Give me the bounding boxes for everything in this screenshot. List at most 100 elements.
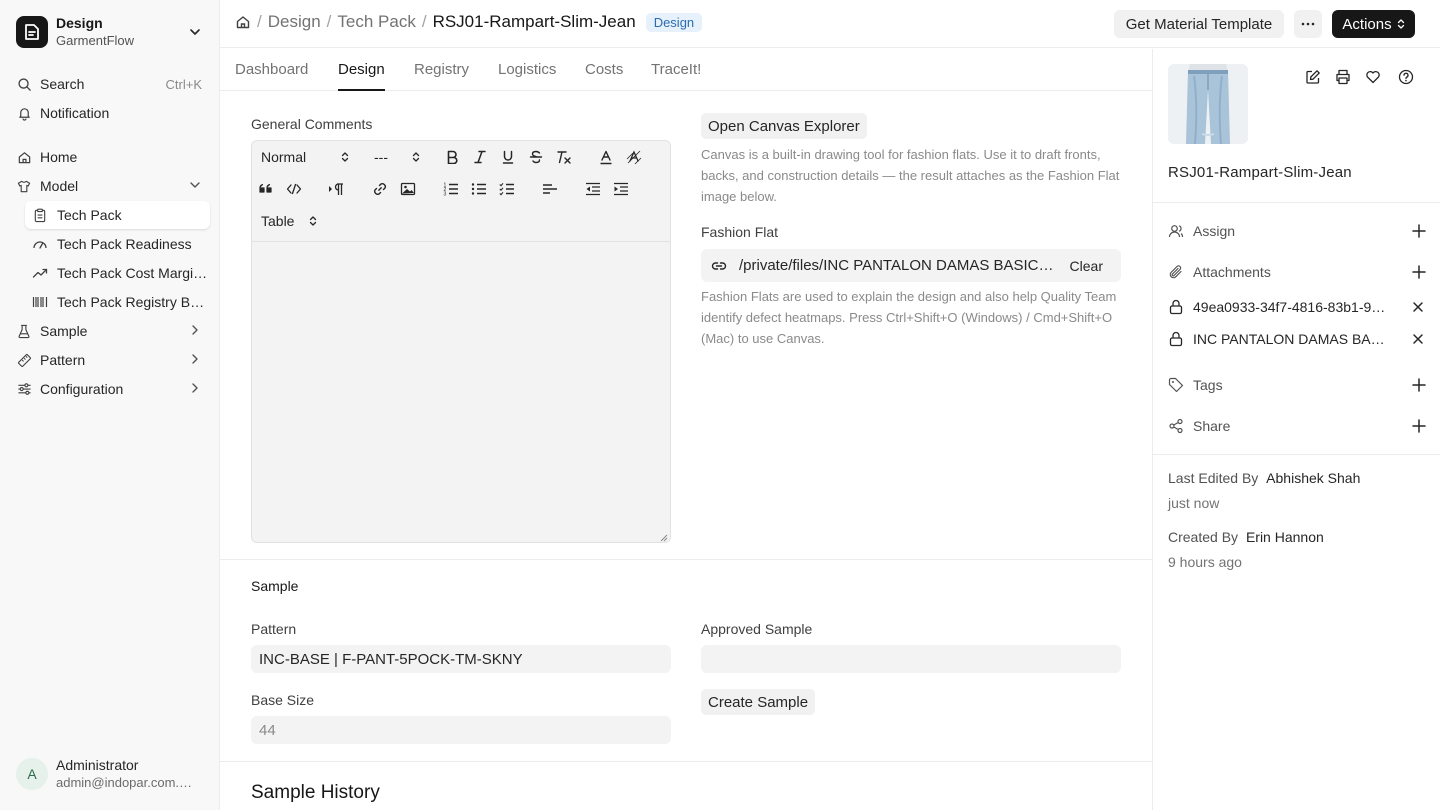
- chevron-updown-icon: [412, 151, 420, 163]
- print-icon[interactable]: [1335, 69, 1351, 85]
- sidebar: Design GarmentFlow Search Ctrl+K Notific…: [0, 0, 220, 810]
- sidebar-item-home[interactable]: Home: [8, 144, 210, 170]
- user-icon: [1168, 223, 1184, 239]
- sidebar-item-tech-pack-readiness[interactable]: Tech Pack Readiness: [25, 230, 210, 258]
- base-size-field[interactable]: 44: [251, 716, 671, 744]
- remove-attachment-icon[interactable]: [1412, 301, 1424, 313]
- get-material-template-button[interactable]: Get Material Template: [1114, 10, 1284, 38]
- trend-icon: [32, 265, 48, 281]
- chevron-down-icon: [188, 25, 202, 39]
- sidebar-item-tech-pack-cost-margin[interactable]: Tech Pack Cost Margin Report: [25, 259, 210, 287]
- fashion-flat-path: /private/files/INC PANTALON DAMAS BASICO…: [739, 257, 1057, 274]
- general-comments-textarea[interactable]: [252, 242, 670, 542]
- barcode-icon: [32, 294, 48, 310]
- fashion-flat-help-text: Fashion Flats are used to explain the de…: [701, 289, 1117, 346]
- text-style-select[interactable]: Normal: [261, 149, 353, 165]
- sidebar-item-tech-pack-registry-barcode[interactable]: Tech Pack Registry Barcode Report: [25, 288, 210, 316]
- align-left-icon[interactable]: [542, 181, 558, 197]
- add-attachment-icon[interactable]: [1412, 265, 1426, 279]
- share-row: Share: [1168, 414, 1426, 438]
- attachments-label: Attachments: [1193, 264, 1271, 280]
- link-icon[interactable]: [372, 181, 388, 197]
- last-edited-user[interactable]: Abhishek Shah: [1266, 470, 1360, 486]
- bullet-list-icon[interactable]: [471, 181, 487, 197]
- created-user[interactable]: Erin Hannon: [1246, 529, 1324, 545]
- clear-format-icon[interactable]: [556, 149, 572, 165]
- paperclip-icon: [1168, 264, 1184, 280]
- sidebar-item-pattern[interactable]: Pattern: [8, 347, 210, 373]
- image-icon[interactable]: [400, 181, 416, 197]
- outdent-icon[interactable]: [585, 181, 601, 197]
- tab-design[interactable]: Design: [338, 49, 385, 91]
- add-assign-icon[interactable]: [1412, 224, 1426, 238]
- edit-icon[interactable]: [1305, 69, 1321, 85]
- fashion-flat-field[interactable]: /private/files/INC PANTALON DAMAS BASICO…: [701, 249, 1121, 282]
- remove-attachment-icon[interactable]: [1412, 333, 1424, 345]
- font-size-select[interactable]: ---: [374, 149, 422, 165]
- pattern-label: Pattern: [251, 621, 297, 637]
- resize-handle-icon[interactable]: [660, 534, 668, 542]
- tab-registry[interactable]: Registry: [414, 49, 469, 91]
- chevron-updown-icon: [1397, 18, 1405, 30]
- shirt-icon: [16, 178, 32, 194]
- attachment-item[interactable]: INC PANTALON DAMAS BASICO SKINNY.png: [1168, 327, 1426, 351]
- table-select[interactable]: Table: [261, 213, 317, 229]
- bold-icon[interactable]: [444, 149, 460, 165]
- sidebar-search[interactable]: Search Ctrl+K: [8, 71, 210, 97]
- tags-label: Tags: [1193, 377, 1223, 393]
- text-direction-icon[interactable]: [328, 181, 346, 197]
- tab-costs[interactable]: Costs: [585, 49, 623, 91]
- tab-traceit[interactable]: TraceIt!: [651, 49, 701, 91]
- avatar: A: [16, 758, 48, 790]
- more-options-button[interactable]: [1294, 10, 1322, 38]
- text-style-value: Normal: [261, 149, 307, 165]
- blockquote-icon[interactable]: [258, 181, 274, 197]
- strikethrough-icon[interactable]: [528, 149, 544, 165]
- breadcrumb-design[interactable]: Design: [268, 12, 321, 32]
- add-tag-icon[interactable]: [1412, 378, 1426, 392]
- add-share-icon[interactable]: [1412, 419, 1426, 433]
- sliders-icon: [16, 381, 32, 397]
- approved-sample-field[interactable]: [701, 645, 1121, 673]
- tab-dashboard[interactable]: Dashboard: [235, 49, 308, 91]
- sidebar-item-sample[interactable]: Sample: [8, 318, 210, 344]
- clear-fashion-flat-button[interactable]: Clear: [1070, 258, 1103, 274]
- highlight-color-icon[interactable]: [626, 149, 642, 165]
- sidebar-item-label: Tech Pack Readiness: [57, 236, 192, 252]
- code-icon[interactable]: [286, 181, 302, 197]
- tab-bar: Dashboard Design Registry Logistics Cost…: [220, 49, 1152, 91]
- indent-icon[interactable]: [613, 181, 629, 197]
- more-icon: [1301, 22, 1315, 26]
- ordered-list-icon[interactable]: 123: [443, 181, 459, 197]
- user-menu[interactable]: A Administrator admin@indopar.com.mx: [16, 756, 196, 792]
- last-edited-by: Last Edited By Abhishek Shah: [1168, 470, 1360, 486]
- breadcrumb-tech-pack[interactable]: Tech Pack: [337, 12, 415, 32]
- heart-icon[interactable]: [1365, 69, 1381, 85]
- search-icon: [16, 76, 32, 92]
- tab-logistics[interactable]: Logistics: [498, 49, 556, 91]
- underline-icon[interactable]: [500, 149, 516, 165]
- chevron-updown-icon: [341, 151, 349, 163]
- ruler-icon: [16, 352, 32, 368]
- workspace-switcher[interactable]: Design GarmentFlow: [16, 13, 206, 51]
- attachment-item[interactable]: 49ea0933-34f7-4816-83b1-9c2ad7f1e0b4.png: [1168, 295, 1426, 319]
- checklist-icon[interactable]: [499, 181, 515, 197]
- text-color-icon[interactable]: [598, 149, 614, 165]
- flask-icon: [16, 323, 32, 339]
- sidebar-item-configuration[interactable]: Configuration: [8, 376, 210, 402]
- home-icon[interactable]: [235, 14, 251, 30]
- sidebar-item-model[interactable]: Model: [8, 173, 210, 199]
- product-thumbnail[interactable]: [1168, 64, 1248, 144]
- help-icon[interactable]: [1398, 69, 1414, 85]
- actions-button[interactable]: Actions: [1332, 10, 1415, 38]
- create-sample-button[interactable]: Create Sample: [701, 689, 816, 715]
- pattern-field[interactable]: INC-BASE | F-PANT-5POCK-TM-SKNY: [251, 645, 671, 673]
- sidebar-notification[interactable]: Notification: [8, 100, 210, 126]
- open-canvas-explorer-button[interactable]: Open Canvas Explorer: [701, 113, 867, 139]
- tag-icon: [1168, 377, 1184, 393]
- sidebar-item-tech-pack[interactable]: Tech Pack: [25, 201, 210, 229]
- italic-icon[interactable]: [472, 149, 488, 165]
- status-badge: Design: [645, 12, 703, 32]
- actions-label: Actions: [1342, 15, 1392, 33]
- sample-history-title: Sample History: [251, 782, 380, 803]
